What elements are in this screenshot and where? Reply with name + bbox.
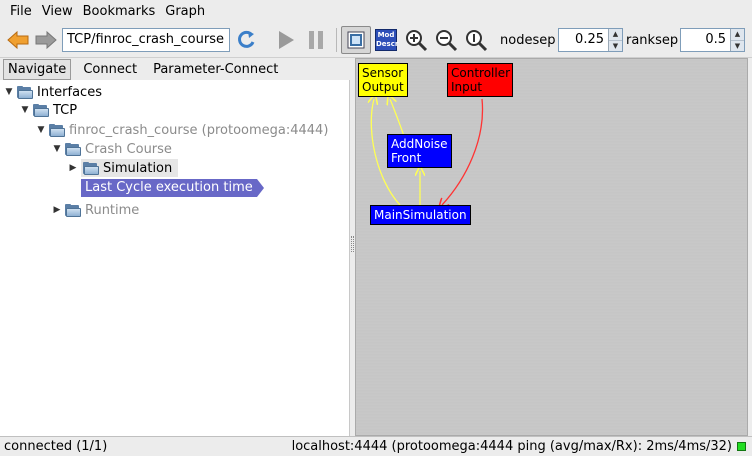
play-icon[interactable] — [272, 26, 300, 54]
left-panel: Navigate Connect Parameter-Connect ▼ Int… — [0, 58, 350, 436]
tab-bar: Navigate Connect Parameter-Connect — [0, 58, 350, 80]
toolbar: TCP/finroc_crash_course Mod Descr nodese… — [0, 22, 752, 58]
expanded-icon[interactable]: ▼ — [20, 105, 30, 115]
collapsed-icon[interactable]: ▶ — [52, 205, 62, 215]
menu-file[interactable]: File — [10, 4, 32, 19]
folder-icon — [65, 142, 81, 156]
tree-label: Runtime — [85, 202, 140, 218]
connection-led-icon — [737, 442, 746, 451]
zoom-out-icon[interactable] — [432, 26, 460, 54]
node-label: Input — [451, 80, 483, 94]
expanded-icon[interactable]: ▼ — [4, 87, 14, 97]
collapsed-icon[interactable]: ▶ — [68, 163, 78, 173]
ranksep-down-icon[interactable]: ▼ — [731, 40, 744, 51]
address-input[interactable]: TCP/finroc_crash_course — [62, 28, 230, 52]
addnoise-front-node[interactable]: AddNoise Front — [387, 134, 452, 168]
menu-bookmarks[interactable]: Bookmarks — [83, 4, 156, 19]
module-description-icon[interactable]: Mod Descr — [372, 26, 400, 54]
ranksep-value[interactable]: 0.5 — [681, 29, 730, 51]
refresh-icon[interactable] — [232, 26, 260, 54]
zoom-reset-icon[interactable] — [462, 26, 490, 54]
nodesep-label: nodesep — [500, 33, 556, 48]
nodesep-value[interactable]: 0.25 — [559, 29, 608, 51]
graph-view-icon[interactable] — [341, 26, 371, 54]
nodesep-down-icon[interactable]: ▼ — [609, 40, 622, 51]
server-status: localhost:4444 (protoomega:4444 ping (av… — [291, 439, 732, 454]
node-label: MainSimulation — [374, 208, 467, 222]
menu-view[interactable]: View — [42, 4, 73, 19]
pause-icon[interactable] — [302, 26, 330, 54]
tab-navigate[interactable]: Navigate — [3, 58, 72, 80]
folder-icon — [33, 103, 49, 117]
tree-node-crash-course[interactable]: ▼ Crash Course — [52, 140, 172, 158]
ranksep-spinner[interactable]: 0.5 ▲ ▼ — [680, 28, 745, 52]
controller-input-node[interactable]: Controller Input — [447, 63, 513, 97]
folder-icon — [65, 203, 81, 217]
tree-label: Crash Course — [85, 141, 172, 157]
moddescr-line1: Mod — [377, 31, 395, 39]
tab-parameter-connect[interactable]: Parameter-Connect — [149, 60, 282, 79]
toolbar-separator — [336, 28, 337, 52]
folder-icon — [83, 161, 99, 175]
node-label: Sensor — [362, 66, 404, 80]
node-label: AddNoise — [391, 137, 448, 151]
menu-graph[interactable]: Graph — [165, 4, 205, 19]
status-bar: connected (1/1) localhost:4444 (protoome… — [0, 436, 752, 456]
folder-icon — [17, 85, 33, 99]
tree-label: Simulation — [103, 160, 173, 176]
main-simulation-node[interactable]: MainSimulation — [370, 205, 471, 225]
forward-arrow-icon[interactable] — [32, 26, 60, 54]
expanded-icon[interactable]: ▼ — [36, 125, 46, 135]
tree-node-finroc[interactable]: ▼ finroc_crash_course (protoomega:4444) — [36, 121, 329, 139]
expanded-icon[interactable]: ▼ — [52, 144, 62, 154]
edge-addnoise-to-sensor — [390, 99, 405, 137]
nodesep-up-icon[interactable]: ▲ — [609, 29, 622, 41]
tree-label: finroc_crash_course (protoomega:4444) — [69, 122, 329, 138]
tree-label: TCP — [53, 102, 78, 118]
splitter-grip-icon[interactable] — [351, 236, 354, 252]
menu-bar: File View Bookmarks Graph — [0, 0, 752, 22]
tree-selection: Simulation — [81, 159, 179, 177]
sensor-output-node[interactable]: Sensor Output — [358, 63, 408, 97]
tab-connect[interactable]: Connect — [79, 60, 141, 79]
ranksep-up-icon[interactable]: ▲ — [731, 29, 744, 41]
tree-node-tcp[interactable]: ▼ TCP — [20, 101, 78, 119]
moddescr-line2: Descr — [376, 40, 399, 48]
tree-node-simulation[interactable]: ▶ Simulation — [68, 159, 179, 177]
tree-node-interfaces[interactable]: ▼ Interfaces — [4, 83, 102, 101]
connection-status: connected (1/1) — [4, 439, 108, 454]
graph-edges — [356, 59, 484, 437]
back-arrow-icon[interactable] — [4, 26, 32, 54]
tree-label: Interfaces — [37, 84, 102, 100]
ranksep-label: ranksep — [626, 33, 679, 48]
node-label: Controller — [451, 66, 511, 80]
nodesep-spinner[interactable]: 0.25 ▲ ▼ — [558, 28, 623, 52]
zoom-in-icon[interactable] — [402, 26, 430, 54]
graph-canvas[interactable]: Sensor Output Controller Input AddNoise … — [355, 58, 748, 436]
node-label: Output — [362, 80, 404, 94]
node-label: Front — [391, 151, 422, 165]
port-last-cycle[interactable]: Last Cycle execution time — [81, 179, 264, 197]
tree-node-runtime[interactable]: ▶ Runtime — [52, 201, 140, 219]
folder-icon — [49, 123, 65, 137]
